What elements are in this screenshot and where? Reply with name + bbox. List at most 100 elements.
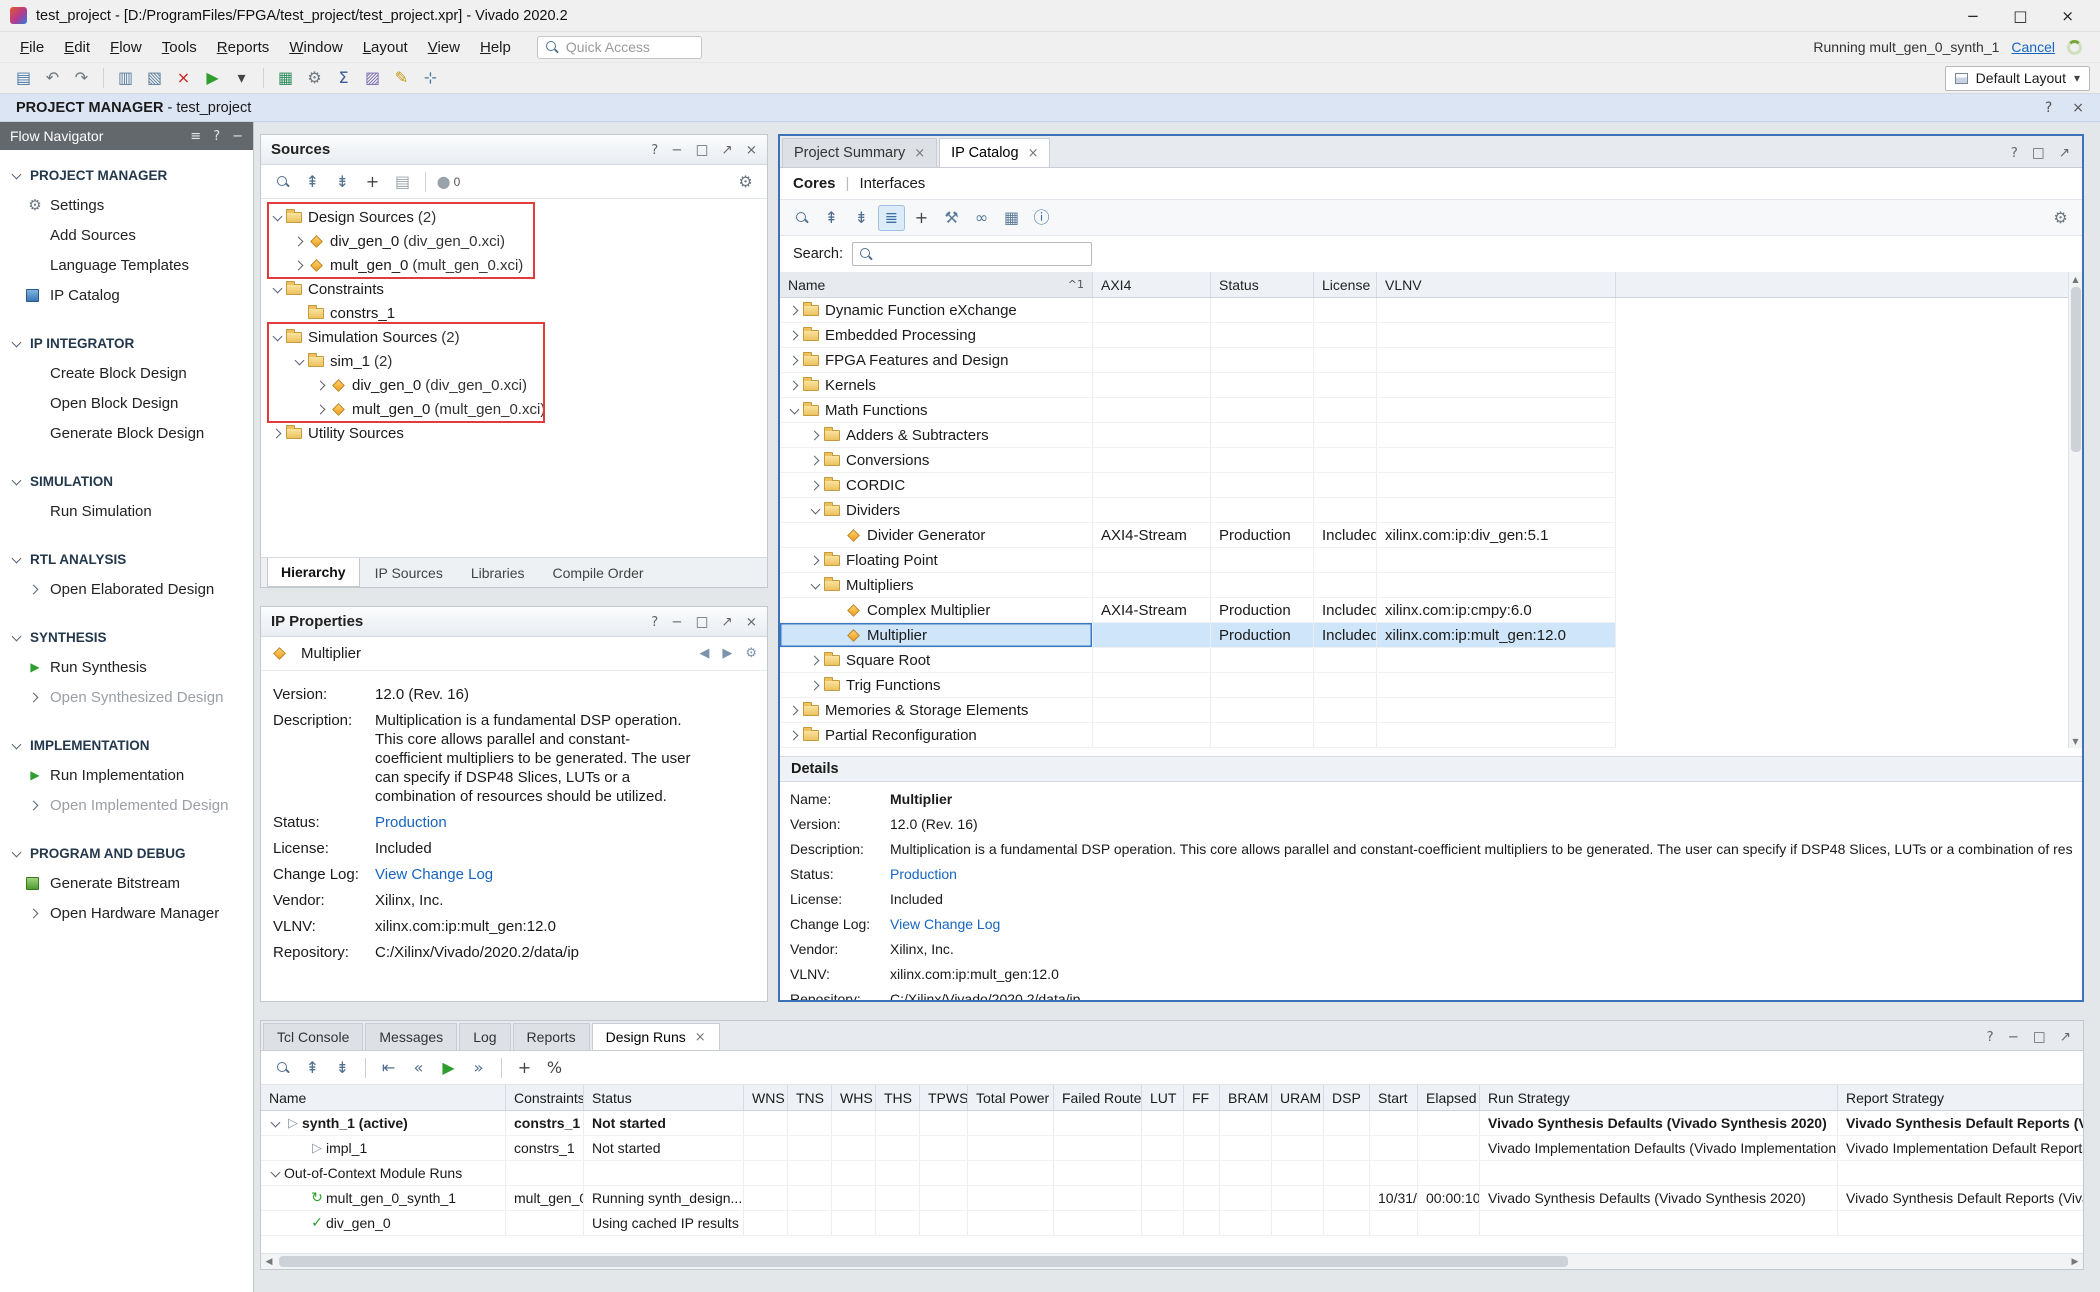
flownav-minimize-icon[interactable]: − — [232, 129, 243, 144]
flownav-item-open-synthesized-design[interactable]: Open Synthesized Design — [0, 682, 253, 712]
expander-closed-icon[interactable] — [269, 425, 286, 441]
column-header-status[interactable]: Status — [1211, 272, 1314, 297]
help-icon[interactable]: ? — [2045, 100, 2052, 116]
expand-all-icon[interactable]: ⇟ — [329, 1055, 356, 1081]
tab-ip-sources[interactable]: IP Sources — [362, 558, 456, 587]
hierarchy-view-icon[interactable]: ≣ — [878, 205, 905, 231]
chart-icon[interactable]: ▨ — [359, 65, 386, 91]
catalog-row-dynamic-function-exchange[interactable]: Dynamic Function eXchange — [780, 298, 1616, 323]
scrollbar-thumb[interactable] — [2071, 287, 2081, 452]
minimize-icon[interactable]: − — [671, 614, 682, 630]
run-icon[interactable]: ▶ — [199, 65, 226, 91]
settings-icon[interactable]: ⚙ — [301, 65, 328, 91]
tab-hierarchy[interactable]: Hierarchy — [267, 558, 360, 587]
maximize-icon[interactable]: □ — [2033, 1029, 2046, 1045]
column-header-tpws[interactable]: TPWS — [920, 1085, 968, 1110]
maximize-button[interactable]: □ — [2013, 7, 2027, 25]
run-row-mult-gen-0-synth-1[interactable]: ↻mult_gen_0_synth_1mult_gen_0Running syn… — [261, 1186, 2083, 1211]
subtab-interfaces[interactable]: Interfaces — [859, 175, 925, 192]
flownav-item-add-sources[interactable]: Add Sources — [0, 220, 253, 250]
expander-open-icon[interactable] — [8, 845, 25, 861]
messages-badge-icon[interactable]: ●0 — [435, 169, 462, 195]
gear-icon[interactable]: ⚙ — [745, 646, 757, 661]
column-header-license[interactable]: License — [1314, 272, 1377, 297]
run-row-div-gen-0[interactable]: ✓div_gen_0Using cached IP results — [261, 1211, 2083, 1236]
column-header-uram[interactable]: URAM — [1272, 1085, 1324, 1110]
catalog-row-multiplier[interactable]: MultiplierProductionIncludedxilinx.com:i… — [780, 623, 1616, 648]
tab-tcl-console[interactable]: Tcl Console — [263, 1023, 363, 1050]
catalog-row-fpga-features-and-design[interactable]: FPGA Features and Design — [780, 348, 1616, 373]
tree-item-utility-sources[interactable]: Utility Sources — [261, 421, 767, 445]
catalog-row-partial-reconfiguration[interactable]: Partial Reconfiguration — [780, 723, 1616, 748]
tree-item-sim-1[interactable]: sim_1 (2) — [261, 349, 767, 373]
tab-log[interactable]: Log — [459, 1023, 510, 1050]
run-row-out-of-context-module-runs[interactable]: Out-of-Context Module Runs — [261, 1161, 2083, 1186]
column-header-axi4[interactable]: AXI4 — [1093, 272, 1211, 297]
properties-icon[interactable]: ▦ — [998, 205, 1025, 231]
float-icon[interactable]: ↗ — [721, 614, 732, 630]
expander-open-icon[interactable] — [8, 167, 25, 183]
catalog-row-kernels[interactable]: Kernels — [780, 373, 1616, 398]
flownav-section-header-ip-integrator[interactable]: IP INTEGRATOR — [0, 328, 253, 358]
property-value[interactable]: View Change Log — [375, 865, 493, 884]
column-header-status[interactable]: Status — [584, 1085, 744, 1110]
expander-open-icon[interactable] — [8, 335, 25, 351]
column-header-whs[interactable]: WHS — [832, 1085, 876, 1110]
layout-selector[interactable]: Default Layout ▾ — [1945, 66, 2090, 91]
menu-help[interactable]: Help — [470, 36, 521, 59]
cancel-link[interactable]: Cancel — [2011, 39, 2055, 55]
create-runs-icon[interactable]: + — [511, 1055, 538, 1081]
flownav-item-run-synthesis[interactable]: ▶Run Synthesis — [0, 652, 253, 682]
expander-open-icon[interactable] — [786, 402, 803, 418]
tab-reports[interactable]: Reports — [513, 1023, 590, 1050]
column-header-run_strategy[interactable]: Run Strategy — [1480, 1085, 1838, 1110]
search-icon[interactable] — [269, 1055, 296, 1081]
expander-open-icon[interactable] — [8, 551, 25, 567]
expander-closed-icon[interactable] — [26, 689, 43, 705]
expander-open-icon[interactable] — [267, 1165, 284, 1181]
flownav-item-language-templates[interactable]: Language Templates — [0, 250, 253, 280]
expander-closed-icon[interactable] — [26, 905, 43, 921]
expander-closed-icon[interactable] — [807, 452, 824, 468]
run-row-impl-1[interactable]: ▷impl_1constrs_1Not startedVivado Implem… — [261, 1136, 2083, 1161]
column-header-vlnv[interactable]: VLNV — [1377, 272, 1616, 297]
expander-closed-icon[interactable] — [313, 377, 330, 393]
scrollbar-thumb[interactable] — [279, 1256, 1568, 1267]
expander-closed-icon[interactable] — [291, 257, 308, 273]
catalog-row-complex-multiplier[interactable]: Complex MultiplierAXI4-StreamProductionI… — [780, 598, 1616, 623]
close-icon[interactable]: × — [2072, 100, 2084, 116]
sum-icon[interactable]: Σ — [330, 65, 357, 91]
float-icon[interactable]: ↗ — [2060, 1029, 2071, 1045]
flownav-section-header-program-and-debug[interactable]: PROGRAM AND DEBUG — [0, 838, 253, 868]
catalog-row-floating-point[interactable]: Floating Point — [780, 548, 1616, 573]
report-icon[interactable]: ▦ — [272, 65, 299, 91]
flownav-item-open-block-design[interactable]: Open Block Design — [0, 388, 253, 418]
float-icon[interactable]: ↗ — [2059, 145, 2070, 161]
forward-icon[interactable]: » — [465, 1055, 492, 1081]
column-header-dsp[interactable]: DSP — [1324, 1085, 1370, 1110]
column-header-lut[interactable]: LUT — [1142, 1085, 1184, 1110]
tree-item-mult-gen-0[interactable]: mult_gen_0 (mult_gen_0.xci) — [261, 397, 767, 421]
run-dropdown-icon[interactable]: ▾ — [228, 65, 255, 91]
probe-icon[interactable]: ⊹ — [417, 65, 444, 91]
expander-closed-icon[interactable] — [807, 427, 824, 443]
tree-item-design-sources[interactable]: Design Sources (2) — [261, 205, 767, 229]
flownav-item-open-implemented-design[interactable]: Open Implemented Design — [0, 790, 253, 820]
expander-closed-icon[interactable] — [786, 302, 803, 318]
column-header-constraints[interactable]: Constraints — [506, 1085, 584, 1110]
menu-tools[interactable]: Tools — [152, 36, 207, 59]
expander-open-icon[interactable] — [269, 281, 286, 297]
detail-value[interactable]: View Change Log — [890, 916, 1000, 932]
column-header-start[interactable]: Start — [1370, 1085, 1418, 1110]
back-icon[interactable]: ◀ — [699, 646, 709, 661]
minimize-icon[interactable]: − — [671, 142, 682, 158]
minimize-icon[interactable]: − — [2008, 1029, 2019, 1045]
expander-open-icon[interactable] — [269, 209, 286, 225]
close-icon[interactable]: × — [746, 142, 757, 158]
catalog-row-square-root[interactable]: Square Root — [780, 648, 1616, 673]
redo-icon[interactable]: ↷ — [68, 65, 95, 91]
flownav-item-run-simulation[interactable]: Run Simulation — [0, 496, 253, 526]
flownav-item-settings[interactable]: ⚙Settings — [0, 190, 253, 220]
flownav-section-header-synthesis[interactable]: SYNTHESIS — [0, 622, 253, 652]
catalog-row-multipliers[interactable]: Multipliers — [780, 573, 1616, 598]
